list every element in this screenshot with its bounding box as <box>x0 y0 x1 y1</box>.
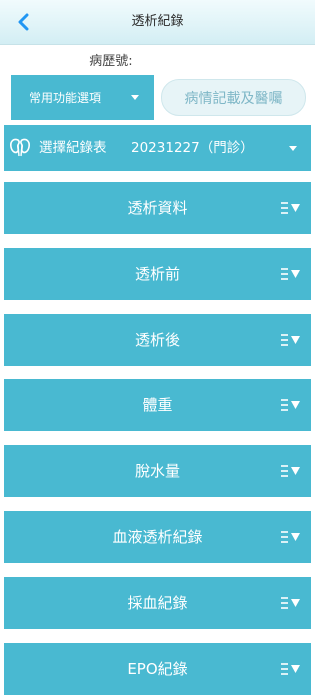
menu-dropdown-icon[interactable] <box>279 333 301 347</box>
page-title: 透析紀錄 <box>131 14 184 29</box>
menu-dropdown-icon[interactable] <box>279 662 301 676</box>
menu-dropdown-icon[interactable] <box>279 464 301 478</box>
caret-down-icon <box>131 95 139 100</box>
header-bar: 透析紀錄 <box>0 0 315 45</box>
common-functions-select[interactable]: 常用功能選項 <box>11 75 154 120</box>
section-title: 體重 <box>142 396 173 415</box>
menu-dropdown-icon[interactable] <box>279 530 301 544</box>
record-sheet-select[interactable]: 選擇紀錄表 20231227（門診） <box>4 125 311 171</box>
kidney-icon <box>10 138 30 157</box>
section-post-dialysis[interactable]: 透析後 <box>4 313 311 366</box>
menu-dropdown-icon[interactable] <box>279 201 301 215</box>
menu-dropdown-icon[interactable] <box>279 596 301 610</box>
section-blood-sampling-record[interactable]: 採血紀錄 <box>4 576 311 629</box>
section-epo-record[interactable]: EPO紀錄 <box>4 642 311 695</box>
section-title: 採血紀錄 <box>127 593 188 612</box>
caret-down-icon <box>289 146 297 151</box>
section-dehydration-volume[interactable]: 脫水量 <box>4 445 311 498</box>
section-title: 透析資料 <box>127 199 188 217</box>
section-hemodialysis-record[interactable]: 血液透析紀錄 <box>4 511 311 563</box>
section-weight[interactable]: 體重 <box>4 379 311 432</box>
section-pre-dialysis[interactable]: 透析前 <box>4 247 311 300</box>
menu-dropdown-icon[interactable] <box>279 398 301 412</box>
section-title: EPO紀錄 <box>127 659 188 678</box>
record-sheet-label: 選擇紀錄表 <box>39 140 107 156</box>
section-title: 透析後 <box>134 330 180 349</box>
section-title: 透析前 <box>134 264 180 283</box>
section-dialysis-data[interactable]: 透析資料 <box>4 182 311 234</box>
section-title: 脫水量 <box>134 462 180 481</box>
record-sheet-value: 20231227（門診） <box>131 140 254 156</box>
record-number-label: 病歷號: <box>89 54 133 69</box>
notes-and-orders-button[interactable]: 病情記載及醫囑 <box>161 79 306 116</box>
menu-dropdown-icon[interactable] <box>279 267 301 281</box>
section-title: 血液透析紀錄 <box>112 528 203 546</box>
common-functions-select-value: 常用功能選項 <box>29 91 102 105</box>
